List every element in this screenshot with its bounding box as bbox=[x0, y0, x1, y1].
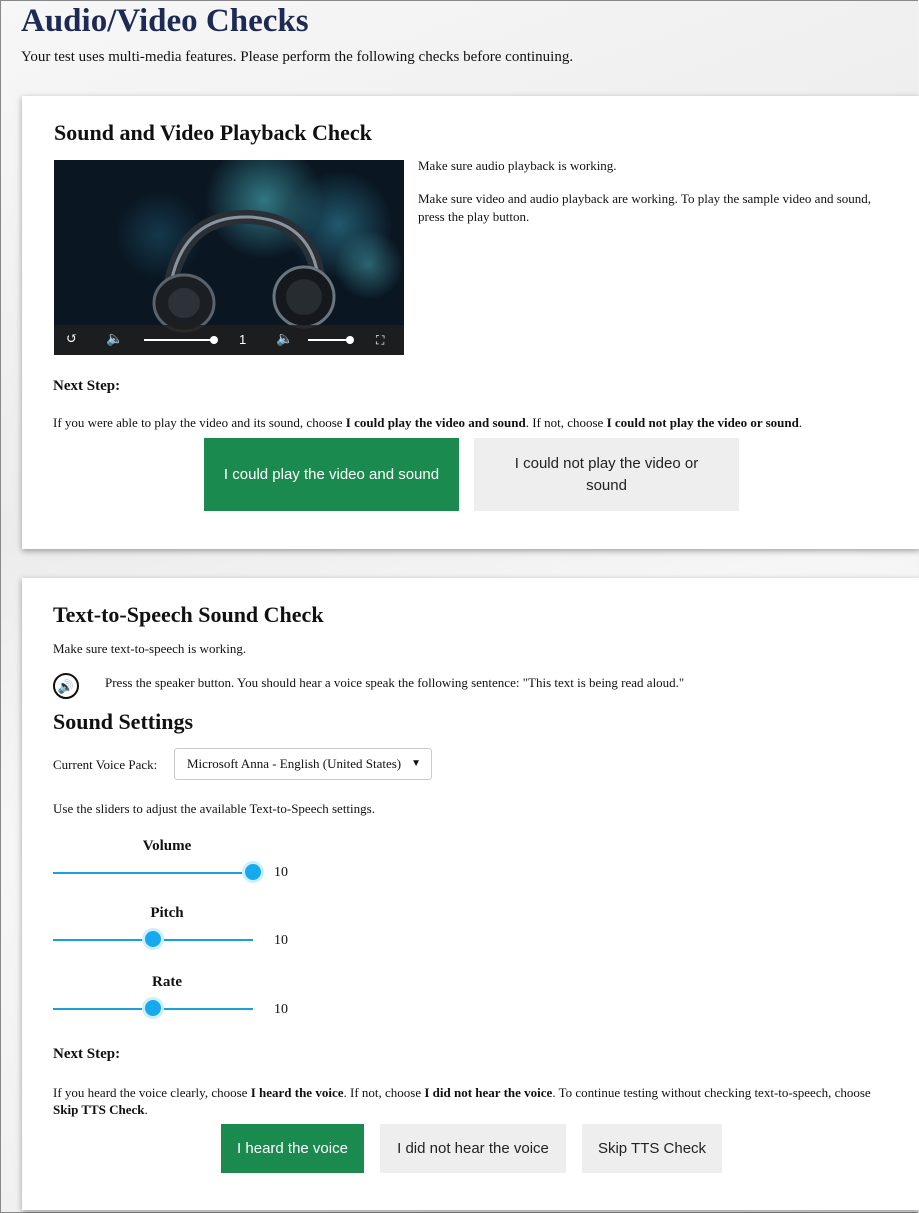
pitch-thumb[interactable] bbox=[142, 928, 164, 950]
fullscreen-icon[interactable]: ⛶ bbox=[376, 331, 384, 349]
speaker-instruction: Press the speaker button. You should hea… bbox=[105, 675, 685, 690]
sound-settings-heading: Sound Settings bbox=[53, 709, 194, 734]
speaker-icon: 🔊 bbox=[57, 678, 75, 694]
tts-next-step-label: Next Step: bbox=[53, 1046, 121, 1062]
sliders-note: Use the sliders to adjust the available … bbox=[53, 801, 375, 816]
volume-track[interactable] bbox=[53, 872, 253, 874]
page-frame: Audio/Video Checks Your test uses multi-… bbox=[0, 0, 919, 1213]
volume-label: Volume bbox=[142, 838, 192, 854]
rate-label: Rate bbox=[152, 974, 182, 990]
page-intro: Your test uses multi-media features. Ple… bbox=[21, 49, 574, 65]
tts-check-card: Text-to-Speech Sound Check Make sure tex… bbox=[22, 578, 919, 1210]
not-heard-voice-button[interactable]: I did not hear the voice bbox=[380, 1124, 566, 1173]
voice-pack-value: Microsoft Anna - English (United States) bbox=[187, 756, 402, 771]
playback-rate[interactable]: 1 bbox=[239, 332, 246, 347]
video-player[interactable]: ↺ 🔈 1 🔈 ⛶ bbox=[54, 160, 404, 355]
volume-slider[interactable] bbox=[308, 339, 350, 341]
could-not-play-button[interactable]: I could not play the video or sound bbox=[474, 438, 739, 511]
progress-handle[interactable] bbox=[210, 336, 218, 344]
volume-icon[interactable]: 🔈 bbox=[276, 331, 293, 349]
av-instruction: If you were able to play the video and i… bbox=[53, 415, 803, 430]
video-note: Make sure video and audio playback are w… bbox=[418, 191, 872, 224]
av-check-heading: Sound and Video Playback Check bbox=[54, 120, 372, 145]
tts-instruction: If you heard the voice clearly, choose I… bbox=[53, 1085, 871, 1117]
progress-bar[interactable] bbox=[144, 339, 214, 341]
replay-icon[interactable]: ↺ bbox=[66, 331, 78, 349]
skip-tts-button[interactable]: Skip TTS Check bbox=[582, 1124, 722, 1173]
tts-check-heading: Text-to-Speech Sound Check bbox=[53, 602, 324, 627]
next-step-label: Next Step: bbox=[53, 378, 121, 394]
audio-note: Make sure audio playback is working. bbox=[418, 158, 617, 173]
speaker-button[interactable]: 🔊 bbox=[53, 673, 79, 699]
page-title: Audio/Video Checks bbox=[21, 3, 309, 39]
caret-down-icon: ▼ bbox=[411, 758, 421, 769]
headphones-image bbox=[152, 209, 336, 333]
voice-pack-label: Current Voice Pack: bbox=[53, 757, 158, 772]
voice-pack-select[interactable]: Microsoft Anna - English (United States)… bbox=[174, 748, 432, 780]
volume-thumb[interactable] bbox=[242, 861, 264, 883]
video-controls: ↺ 🔈 1 🔈 ⛶ bbox=[54, 325, 404, 355]
volume-value: 10 bbox=[274, 865, 288, 880]
heard-voice-button[interactable]: I heard the voice bbox=[221, 1124, 364, 1173]
rate-thumb[interactable] bbox=[142, 997, 164, 1019]
volume-icon[interactable]: 🔈 bbox=[106, 331, 123, 349]
rate-value: 10 bbox=[274, 1002, 288, 1017]
av-check-card: Sound and Video Playback Check ↺ 🔈 1 🔈 ⛶… bbox=[22, 96, 919, 549]
pitch-value: 10 bbox=[274, 933, 288, 948]
tts-note: Make sure text-to-speech is working. bbox=[53, 641, 247, 656]
could-play-button[interactable]: I could play the video and sound bbox=[204, 438, 459, 511]
volume-handle[interactable] bbox=[346, 336, 354, 344]
pitch-label: Pitch bbox=[150, 905, 184, 921]
